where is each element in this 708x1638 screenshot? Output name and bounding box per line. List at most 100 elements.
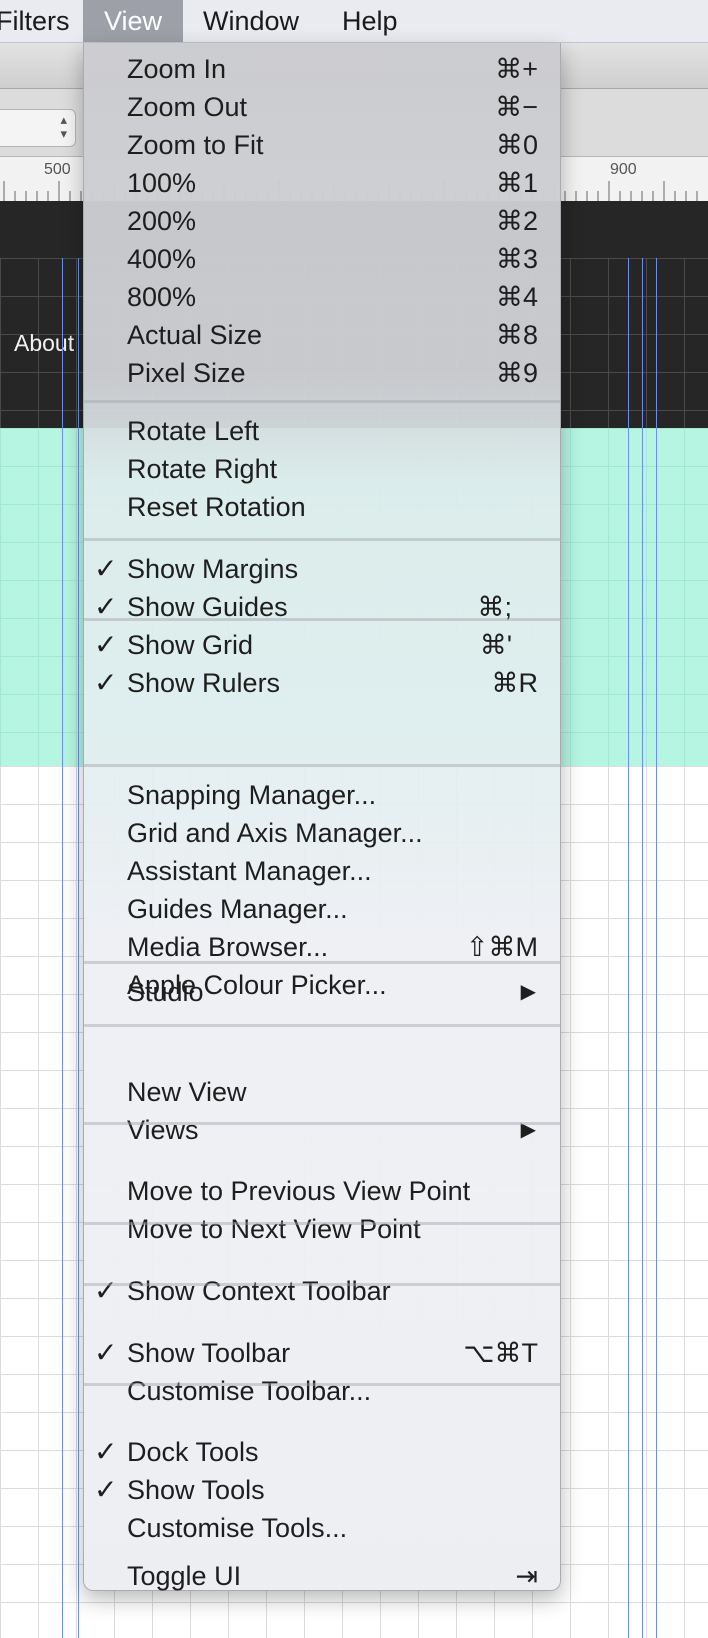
menu-item-label: Actual Size — [127, 320, 263, 350]
menu-item-rotate-left[interactable]: Rotate Left — [84, 412, 560, 450]
shortcut-label: ⇥ — [515, 1561, 538, 1591]
menu-item-show-toolbar[interactable]: ✓ Show Toolbar ⌥⌘T — [84, 1334, 560, 1372]
menu-item-label: Guides Manager... — [127, 894, 348, 924]
guide-line[interactable] — [656, 258, 657, 1638]
menu-separator — [84, 1222, 560, 1225]
checkmark-icon: ✓ — [94, 1337, 118, 1368]
menubar-filters[interactable]: Filters — [0, 0, 78, 42]
guide-line[interactable] — [628, 258, 629, 1638]
menu-item-label: Views — [127, 1115, 199, 1145]
menu-item-label: 100% — [127, 168, 197, 198]
menu-item-200[interactable]: 200% ⌘2 — [84, 202, 560, 240]
menu-item-show-margins[interactable]: ✓ Show Margins — [84, 550, 560, 588]
menu-item-label: Zoom In — [127, 54, 227, 84]
menu-item-label: Rotate Right — [127, 454, 278, 484]
guide-line[interactable] — [78, 258, 79, 1638]
submenu-arrow-icon: ▶ — [520, 1119, 536, 1141]
checkmark-icon: ✓ — [94, 553, 118, 584]
shortcut-label: ⌘0 — [495, 130, 538, 160]
menu-item-label: Show Margins — [127, 554, 299, 584]
menu-separator — [84, 618, 560, 621]
menu-item-label: Zoom to Fit — [127, 130, 264, 160]
menu-separator — [84, 1283, 560, 1286]
menu-item-label: Customise Tools... — [127, 1513, 348, 1543]
menu-item-show-context-toolbar[interactable]: ✓ Show Context Toolbar — [84, 1272, 560, 1310]
checkmark-icon: ✓ — [94, 1436, 118, 1467]
shortcut-label: ⌘9 — [495, 358, 538, 388]
menu-item-rotate-right[interactable]: Rotate Right — [84, 450, 560, 488]
shortcut-label: ⌘R — [491, 668, 539, 698]
shortcut-label: ⌘' — [479, 630, 512, 660]
menu-item-grid-and-axis-manager[interactable]: Grid and Axis Manager... — [84, 814, 560, 852]
menubar-view[interactable]: View — [83, 0, 183, 42]
guide-line[interactable] — [62, 258, 63, 1638]
menu-item-reset-rotation[interactable]: Reset Rotation — [84, 488, 560, 526]
menu-item-label: 400% — [127, 244, 197, 274]
menu-item-label: Customise Toolbar... — [127, 1376, 372, 1406]
shortcut-label: ⌘2 — [495, 206, 538, 236]
menu-item-views[interactable]: Views ▶ — [84, 1111, 560, 1149]
menubar-window[interactable]: Window — [203, 0, 299, 42]
shortcut-label: ⌘1 — [495, 168, 538, 198]
menu-item-label: New View — [127, 1077, 247, 1107]
menu-item-dock-tools[interactable]: ✓ Dock Tools — [84, 1433, 560, 1471]
menu-item-label: Grid and Axis Manager... — [127, 818, 423, 848]
checkmark-icon: ✓ — [94, 1275, 118, 1306]
menu-item-show-rulers[interactable]: ✓ Show Rulers ⌘R — [84, 664, 560, 702]
menu-item-pixel-size[interactable]: Pixel Size ⌘9 — [84, 354, 560, 392]
view-menu: Zoom In ⌘+ Zoom Out ⌘− Zoom to Fit ⌘0 100% ⌘1 20… — [83, 43, 561, 1591]
menu-bar: Filters View Window Help — [0, 0, 708, 43]
menu-item-show-grid[interactable]: ✓ Show Grid ⌘' — [84, 626, 560, 664]
menu-item-label: Show Toolbar — [127, 1338, 291, 1368]
menu-item-label: Snapping Manager... — [127, 780, 377, 810]
menubar-help[interactable]: Help — [342, 0, 398, 42]
ruler-label: 900 — [610, 161, 637, 178]
menu-item-label: Studio — [127, 977, 204, 1007]
menu-item-label: Toggle UI — [127, 1561, 242, 1591]
menu-item-assistant-manager[interactable]: Assistant Manager... — [84, 852, 560, 890]
stepper-arrows-icon[interactable]: ▴ ▾ — [60, 113, 67, 141]
checkmark-icon: ✓ — [94, 667, 118, 698]
menu-item-label: Rotate Left — [127, 416, 260, 446]
shortcut-label: ⌥⌘T — [463, 1338, 538, 1368]
menu-item-show-tools[interactable]: ✓ Show Tools — [84, 1471, 560, 1509]
menu-item-zoom-in[interactable]: Zoom In ⌘+ — [84, 50, 560, 88]
menu-item-customise-tools[interactable]: Customise Tools... — [84, 1509, 560, 1547]
submenu-arrow-icon: ▶ — [520, 981, 536, 1003]
menu-separator — [84, 1122, 560, 1125]
menu-item-studio[interactable]: Studio ▶ — [84, 973, 560, 1011]
menu-item-toggle-ui[interactable]: Toggle UI ⇥ — [84, 1557, 560, 1595]
menu-item-label: Dock Tools — [127, 1437, 259, 1467]
menu-item-label: Reset Rotation — [127, 492, 306, 522]
checkmark-icon: ✓ — [94, 1474, 118, 1505]
menu-item-100[interactable]: 100% ⌘1 — [84, 164, 560, 202]
menu-separator — [84, 538, 560, 541]
menu-item-move-to-next-view-point[interactable]: Move to Next View Point — [84, 1210, 560, 1248]
menu-item-guides-manager[interactable]: Guides Manager... — [84, 890, 560, 928]
menu-item-label: Show Context Toolbar — [127, 1276, 391, 1306]
menu-item-move-to-previous-view-point[interactable]: Move to Previous View Point — [84, 1172, 560, 1210]
menu-item-zoom-to-fit[interactable]: Zoom to Fit ⌘0 — [84, 126, 560, 164]
menu-item-label: Move to Next View Point — [127, 1214, 421, 1244]
menu-separator — [84, 764, 560, 767]
menu-item-label: 200% — [127, 206, 197, 236]
menu-item-label: Zoom Out — [127, 92, 248, 122]
menu-item-zoom-out[interactable]: Zoom Out ⌘− — [84, 88, 560, 126]
menu-item-label: Show Grid — [127, 630, 254, 660]
menu-item-snapping-manager[interactable]: Snapping Manager... — [84, 776, 560, 814]
menu-item-label: Show Tools — [127, 1475, 265, 1505]
guide-line[interactable] — [642, 258, 643, 1638]
zoom-stepper[interactable]: ▴ ▾ — [0, 109, 76, 147]
menu-separator — [84, 961, 560, 964]
menu-item-new-view[interactable]: New View — [84, 1073, 560, 1111]
menu-item-label: Assistant Manager... — [127, 856, 372, 886]
menu-item-actual-size[interactable]: Actual Size ⌘8 — [84, 316, 560, 354]
checkmark-icon: ✓ — [94, 629, 118, 660]
menu-item-label: Pixel Size — [127, 358, 246, 388]
menu-item-400[interactable]: 400% ⌘3 — [84, 240, 560, 278]
menu-item-800[interactable]: 800% ⌘4 — [84, 278, 560, 316]
menu-item-label: Move to Previous View Point — [127, 1176, 471, 1206]
shortcut-label: ⌘+ — [495, 54, 538, 84]
nav-link-about: About — [14, 330, 75, 356]
menu-item-customise-toolbar[interactable]: Customise Toolbar... — [84, 1372, 560, 1410]
